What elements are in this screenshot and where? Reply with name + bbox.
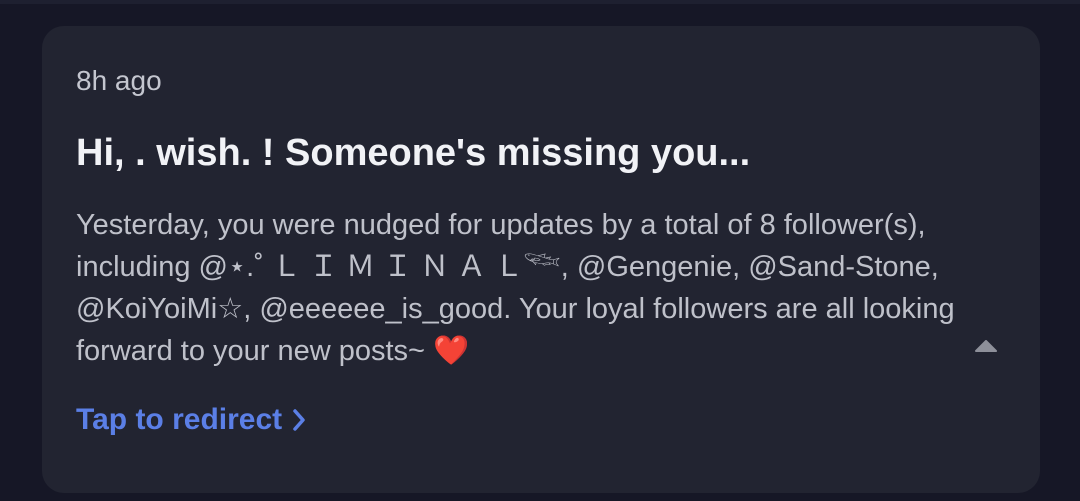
tap-to-redirect-link[interactable]: Tap to redirect: [76, 400, 306, 440]
timestamp: 8h ago: [76, 65, 162, 96]
top-bar: [0, 0, 1080, 4]
notification-body-text: Yesterday, you were nudged for updates b…: [76, 209, 955, 367]
chevron-right-icon: [292, 408, 306, 432]
notification-card[interactable]: 8h ago Hi, . wish. ! Someone's missing y…: [42, 26, 1040, 493]
heart-emoji: ❤️: [433, 335, 470, 367]
caret-up-icon[interactable]: [974, 338, 998, 354]
notification-body: Yesterday, you were nudged for updates b…: [76, 204, 976, 372]
notification-title: Hi, . wish. ! Someone's missing you...: [76, 132, 751, 174]
link-label: Tap to redirect: [76, 403, 283, 436]
